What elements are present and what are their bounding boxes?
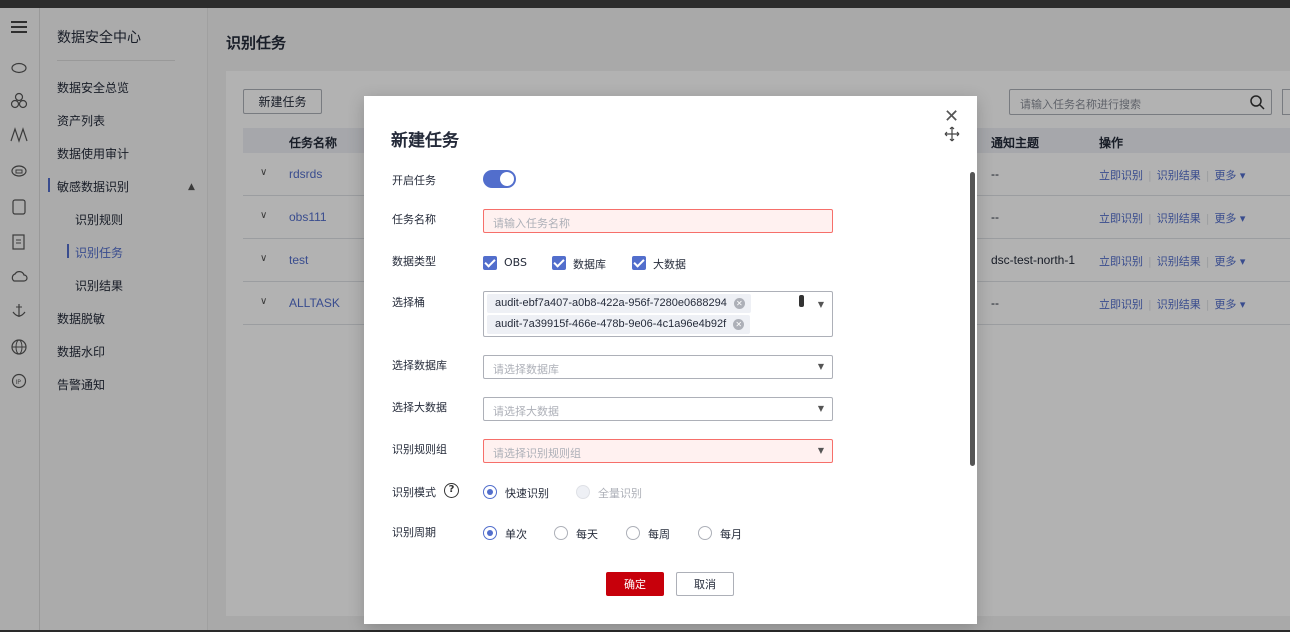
- help-icon[interactable]: ?: [444, 483, 459, 498]
- obs-checkbox-label: OBS: [504, 256, 527, 269]
- close-icon[interactable]: ✕: [944, 108, 959, 126]
- rulegroup-placeholder: 请选择识别规则组: [493, 447, 581, 460]
- database-label: 选择数据库: [392, 359, 447, 372]
- mode-quick-label: 快速识别: [505, 487, 549, 500]
- remove-tag-icon[interactable]: ✕: [733, 319, 745, 330]
- bigdata-label: 选择大数据: [392, 401, 447, 414]
- bucket-multiselect[interactable]: audit-ebf7a407-a0b8-422a-956f-7280e06882…: [483, 291, 833, 337]
- period-weekly-label: 每周: [648, 528, 670, 541]
- period-daily-radio[interactable]: [554, 526, 568, 540]
- task-name-placeholder: 请输入任务名称: [493, 217, 570, 230]
- database-checkbox[interactable]: [552, 256, 566, 270]
- dialog-title: 新建任务: [391, 131, 459, 151]
- period-once-label: 单次: [505, 528, 527, 541]
- bucket-tag-label: audit-ebf7a407-a0b8-422a-956f-7280e06882…: [495, 297, 727, 309]
- caret-down-icon: ▼: [817, 362, 824, 371]
- enable-label: 开启任务: [392, 174, 436, 187]
- mode-quick-radio[interactable]: [483, 485, 497, 499]
- task-name-label: 任务名称: [392, 213, 436, 226]
- bucket-label: 选择桶: [392, 296, 425, 309]
- bucket-scrollbar[interactable]: [799, 295, 804, 307]
- task-name-input[interactable]: 请输入任务名称: [483, 209, 833, 233]
- database-select[interactable]: 请选择数据库 ▼: [483, 355, 833, 379]
- mode-full-radio: [576, 485, 590, 499]
- bucket-tag-label: audit-7a39915f-466e-478b-9e06-4c1a96e4b9…: [495, 318, 727, 330]
- period-once-radio[interactable]: [483, 526, 497, 540]
- bigdata-checkbox[interactable]: [632, 256, 646, 270]
- dialog-scrollbar[interactable]: [970, 172, 975, 466]
- caret-down-icon: ▼: [817, 446, 824, 455]
- confirm-button[interactable]: 确定: [606, 572, 664, 596]
- bigdata-placeholder: 请选择大数据: [493, 405, 559, 418]
- new-task-dialog: 新建任务 ✕ 开启任务 任务名称 请输入任务名称 数据类型 OBS 数据库 大数…: [364, 96, 977, 624]
- obs-checkbox[interactable]: [483, 256, 497, 270]
- bucket-tag: audit-ebf7a407-a0b8-422a-956f-7280e06882…: [487, 294, 751, 313]
- cancel-button[interactable]: 取消: [676, 572, 734, 596]
- period-label: 识别周期: [392, 526, 436, 539]
- period-monthly-radio[interactable]: [698, 526, 712, 540]
- database-checkbox-label: 数据库: [573, 258, 606, 271]
- bucket-tag: audit-7a39915f-466e-478b-9e06-4c1a96e4b9…: [487, 315, 751, 334]
- move-icon[interactable]: [944, 126, 960, 142]
- caret-down-icon[interactable]: ▼: [818, 300, 824, 309]
- period-weekly-radio[interactable]: [626, 526, 640, 540]
- period-daily-label: 每天: [576, 528, 598, 541]
- rulegroup-select[interactable]: 请选择识别规则组 ▼: [483, 439, 833, 463]
- remove-tag-icon[interactable]: ✕: [733, 298, 745, 309]
- bigdata-select[interactable]: 请选择大数据 ▼: [483, 397, 833, 421]
- mode-label: 识别模式: [392, 486, 436, 499]
- rulegroup-label: 识别规则组: [392, 443, 447, 456]
- mode-full-label: 全量识别: [598, 487, 642, 500]
- caret-down-icon: ▼: [817, 404, 824, 413]
- top-bar: [0, 0, 1290, 8]
- bigdata-checkbox-label: 大数据: [653, 258, 686, 271]
- enable-task-toggle[interactable]: [483, 170, 516, 188]
- datatype-label: 数据类型: [392, 255, 436, 268]
- period-monthly-label: 每月: [720, 528, 742, 541]
- database-placeholder: 请选择数据库: [493, 363, 559, 376]
